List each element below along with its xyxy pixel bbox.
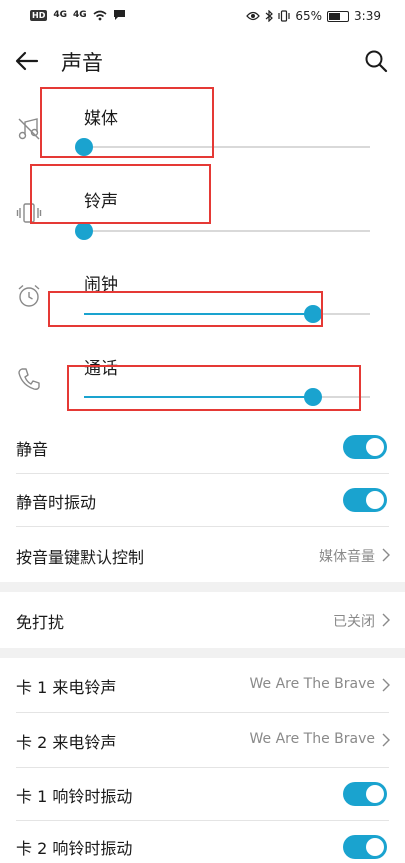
vibrate-icon (16, 203, 42, 223)
chevron-right-icon (382, 548, 390, 562)
ringtone-volume-section: 铃声 (0, 172, 405, 256)
media-volume-label: 媒体 (84, 109, 118, 129)
chevron-right-icon (382, 733, 390, 747)
back-button[interactable] (10, 44, 44, 78)
page-title: 声音 (61, 51, 103, 75)
dnd-value: 已关闭 (333, 614, 375, 630)
sim1-vibrate-row[interactable]: 卡 1 响铃时振动 (0, 768, 405, 820)
silent-vibrate-toggle[interactable] (343, 488, 387, 512)
call-volume-label: 通话 (84, 359, 118, 379)
sim1-vibrate-label: 卡 1 响铃时振动 (16, 787, 133, 806)
clock: 3:39 (354, 9, 381, 23)
section-separator (0, 648, 405, 658)
signal-icon-2: 4G (73, 10, 87, 20)
section-separator (0, 582, 405, 592)
call-volume-section: 通话 (0, 340, 405, 424)
silent-vibrate-label: 静音时振动 (16, 493, 97, 512)
sim2-ringtone-label: 卡 2 来电铃声 (16, 733, 117, 752)
silent-label: 静音 (16, 440, 49, 459)
alarm-volume-slider[interactable] (84, 304, 370, 324)
battery-percent: 65% (295, 9, 323, 23)
sim2-vibrate-toggle[interactable] (343, 835, 387, 859)
status-bar: HD 4G 4G 65% 3:39 (0, 0, 405, 34)
vibrate-status-icon (278, 10, 290, 22)
title-bar: 声音 (0, 34, 405, 88)
alarm-volume-thumb[interactable] (303, 305, 322, 323)
battery-icon (327, 10, 350, 22)
silent-toggle[interactable] (343, 435, 387, 459)
volume-key-label: 按音量键默认控制 (16, 548, 145, 567)
sim1-ringtone-value: We Are The Brave (249, 676, 375, 692)
call-volume-thumb[interactable] (303, 388, 322, 406)
hd-indicator: HD (30, 9, 48, 21)
search-button[interactable] (359, 44, 393, 78)
alarm-volume-section: 闹钟 (0, 256, 405, 340)
ringtone-volume-slider[interactable] (75, 221, 370, 241)
bluetooth-icon (265, 10, 274, 22)
volume-key-row[interactable]: 按音量键默认控制 媒体音量 (0, 527, 405, 579)
media-muted-icon (18, 118, 40, 140)
media-volume-thumb[interactable] (75, 138, 93, 156)
search-icon (365, 50, 388, 73)
alarm-clock-icon (18, 284, 40, 307)
arrow-left-icon (15, 51, 39, 71)
alarm-volume-label: 闹钟 (84, 275, 118, 295)
chevron-right-icon (382, 678, 390, 692)
ringtone-volume-label: 铃声 (84, 192, 118, 212)
volume-key-value: 媒体音量 (319, 549, 375, 565)
wifi-icon (93, 10, 107, 20)
sim2-vibrate-row[interactable]: 卡 2 响铃时振动 (0, 821, 405, 863)
message-icon (113, 10, 125, 20)
eye-icon (246, 11, 261, 21)
dnd-label: 免打扰 (16, 613, 65, 632)
media-volume-slider[interactable] (75, 137, 370, 157)
divider (16, 712, 389, 713)
media-volume-section: 媒体 (0, 88, 405, 172)
dnd-row[interactable]: 免打扰 已关闭 (0, 594, 405, 646)
signal-icon-1: 4G (53, 10, 67, 20)
sim2-ringtone-row[interactable]: 卡 2 来电铃声 We Are The Brave (0, 714, 405, 766)
phone-icon (18, 368, 40, 390)
silent-vibrate-row[interactable]: 静音时振动 (0, 474, 405, 526)
sim1-ringtone-row[interactable]: 卡 1 来电铃声 We Are The Brave (0, 659, 405, 711)
sim2-ringtone-value: We Are The Brave (249, 731, 375, 747)
silent-row[interactable]: 静音 (0, 421, 405, 473)
chevron-right-icon (382, 613, 390, 627)
call-volume-slider[interactable] (84, 387, 370, 407)
sim2-vibrate-label: 卡 2 响铃时振动 (16, 839, 133, 858)
sim1-ringtone-label: 卡 1 来电铃声 (16, 678, 117, 697)
ringtone-volume-thumb[interactable] (75, 222, 93, 240)
sim1-vibrate-toggle[interactable] (343, 782, 387, 806)
